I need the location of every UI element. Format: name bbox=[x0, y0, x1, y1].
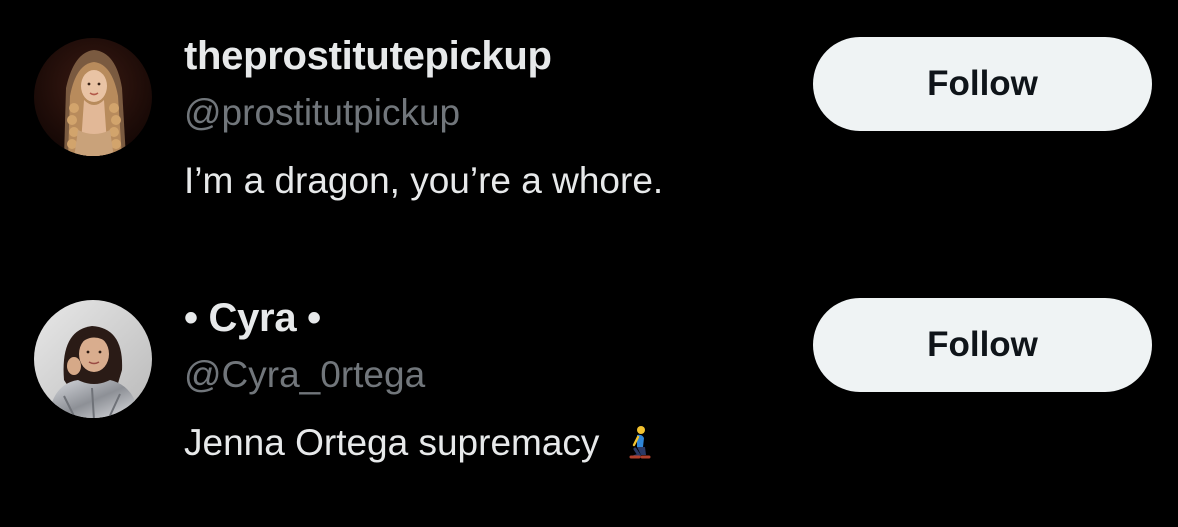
avatar-image bbox=[34, 300, 152, 418]
follow-button[interactable]: Follow bbox=[813, 298, 1152, 392]
person-kneeling-emoji bbox=[625, 425, 655, 461]
user-cell[interactable]: theprostitutepickup @prostitutpickup I’m… bbox=[0, 0, 1178, 230]
user-handle[interactable]: @prostitutpickup bbox=[184, 92, 460, 134]
display-name[interactable]: theprostitutepickup bbox=[184, 34, 552, 79]
avatar-image bbox=[34, 38, 152, 156]
avatar[interactable] bbox=[34, 300, 152, 418]
follow-button[interactable]: Follow bbox=[813, 37, 1152, 131]
user-cell[interactable]: • Cyra • @Cyra_0rtega Jenna Ortega supre… bbox=[0, 262, 1178, 492]
user-handle[interactable]: @Cyra_0rtega bbox=[184, 354, 425, 396]
user-bio-text: Jenna Ortega supremacy bbox=[184, 422, 600, 463]
user-bio-text: I’m a dragon, you’re a whore. bbox=[184, 160, 664, 201]
display-name[interactable]: • Cyra • bbox=[184, 296, 321, 341]
user-bio: I’m a dragon, you’re a whore. bbox=[184, 160, 663, 202]
user-bio: Jenna Ortega supremacy bbox=[184, 422, 655, 464]
avatar[interactable] bbox=[34, 38, 152, 156]
